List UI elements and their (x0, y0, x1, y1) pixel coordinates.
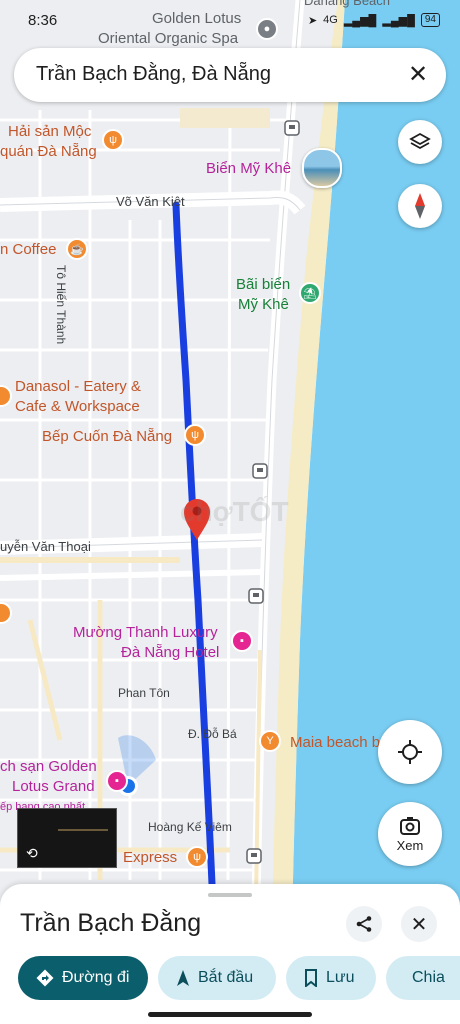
battery-level: 94 (420, 13, 440, 27)
lens-button[interactable]: Xem (378, 802, 442, 866)
share-label: Chia (412, 969, 445, 986)
close-icon: ✕ (410, 913, 428, 936)
place-label-bien-my-khe[interactable]: Biển Mỹ Khê (206, 160, 291, 178)
place-label-golden-line1[interactable]: ch sạn Golden (0, 758, 97, 776)
place-label-muong-thanh-line1[interactable]: Mường Thanh Luxury (73, 624, 218, 642)
my-location-button[interactable] (378, 720, 442, 784)
restaurant-icon[interactable]: ψ (184, 424, 206, 446)
hotel-icon[interactable]: ▪ (231, 630, 253, 652)
road-label-to-hien-thanh: Tô Hiến Thành (54, 265, 68, 345)
sheet-drag-handle[interactable] (208, 893, 252, 897)
place-label-coffee[interactable]: n Coffee (0, 241, 56, 259)
rotate-360-icon: ⟲ (26, 845, 38, 861)
status-time: 8:36 (28, 12, 58, 29)
layers-button[interactable] (398, 120, 442, 164)
my-location-icon (398, 740, 422, 764)
bus-stop-icon[interactable] (284, 120, 300, 136)
save-button[interactable]: Lưu (286, 956, 376, 1000)
network-type: 4G (323, 14, 338, 26)
street-view-thumbnail[interactable]: ⟲ (17, 808, 117, 868)
place-label-hai-san-line1[interactable]: Hải sản Mộc (8, 123, 91, 141)
navigation-arrow-icon (177, 970, 189, 986)
restaurant-icon[interactable]: ψ (186, 846, 208, 868)
lens-label: Xem (396, 837, 424, 853)
bus-stop-icon[interactable] (246, 848, 262, 864)
bookmark-icon (305, 969, 317, 987)
place-label-muong-thanh-line2[interactable]: Đà Nẵng Hotel (121, 644, 219, 662)
cafe-icon[interactable]: ☕ (66, 238, 88, 260)
place-label-golden-line2[interactable]: Lotus Grand (12, 778, 95, 796)
camera-lens-icon (400, 816, 420, 835)
place-bottom-sheet[interactable]: Trần Bạch Đằng ✕ Đường đi Bắt đầu Lưu Ch… (0, 884, 460, 1024)
watermark-logo: chợTỐT (180, 496, 289, 527)
place-label-danasol-line2[interactable]: Cafe & Workspace (15, 398, 140, 416)
save-label: Lưu (326, 969, 355, 986)
start-label: Bắt đầu (198, 969, 254, 986)
directions-icon (36, 969, 54, 987)
close-sheet-button[interactable]: ✕ (401, 906, 437, 942)
compass-icon (415, 193, 425, 219)
place-label-maia[interactable]: Maia beach b (290, 734, 380, 752)
directions-label: Đường đi (62, 969, 130, 986)
place-label-danasol-line1[interactable]: Danasol - Eatery & (15, 378, 141, 396)
compass-button[interactable] (398, 184, 442, 228)
place-title: Trần Bạch Đằng (20, 909, 202, 937)
bus-stop-icon[interactable] (248, 588, 264, 604)
signal-icon: ▂▄▆█ (343, 14, 377, 27)
road-label-vo-van-kiet: Võ Văn Kiệt (116, 194, 185, 209)
search-query[interactable]: Trần Bạch Đằng, Đà Nẵng (36, 63, 271, 86)
share-chip[interactable]: Chia (386, 956, 460, 1000)
bar-icon[interactable]: Y (259, 730, 281, 752)
search-bar[interactable]: Trần Bạch Đằng, Đà Nẵng ✕ (14, 48, 446, 102)
road-label-phan-ton: Phan Tôn (118, 686, 170, 700)
road-label-do-ba: Đ. Đỗ Bá (188, 727, 237, 741)
start-button[interactable]: Bắt đầu (158, 956, 276, 1000)
place-label-bai-bien-line2[interactable]: Mỹ Khê (238, 296, 289, 314)
share-button[interactable] (346, 906, 382, 942)
bus-stop-icon[interactable] (252, 463, 268, 479)
signal-icon: ▂▄▆█ (382, 14, 415, 27)
clear-search-icon[interactable]: ✕ (404, 61, 432, 89)
road-label-hoang-ke-viem: Hoàng Kế Viêm (148, 820, 232, 834)
share-icon (356, 916, 372, 932)
beach-photo-thumbnail[interactable] (302, 148, 342, 188)
place-label-bep-cuon[interactable]: Bếp Cuốn Đà Nẵng (42, 428, 172, 446)
home-indicator[interactable] (148, 1012, 312, 1017)
hotel-icon[interactable]: ▪ (106, 770, 128, 792)
status-bar: 8:36 ➤ 4G ▂▄▆█ ▂▄▆█ 94 (0, 0, 460, 44)
road-label-nguyen-van-thoai: uyễn Văn Thoại (0, 539, 91, 554)
place-label-bai-bien-line1[interactable]: Bãi biển (236, 276, 290, 294)
layers-icon (409, 132, 431, 150)
restaurant-icon[interactable]: ψ (102, 129, 124, 151)
directions-button[interactable]: Đường đi (18, 956, 148, 1000)
beach-icon[interactable]: ⛱ (299, 282, 321, 304)
place-label-express[interactable]: Express (123, 849, 177, 867)
location-arrow-icon: ➤ (307, 14, 318, 27)
place-label-hai-san-line2[interactable]: quán Đà Nẵng (0, 143, 97, 161)
